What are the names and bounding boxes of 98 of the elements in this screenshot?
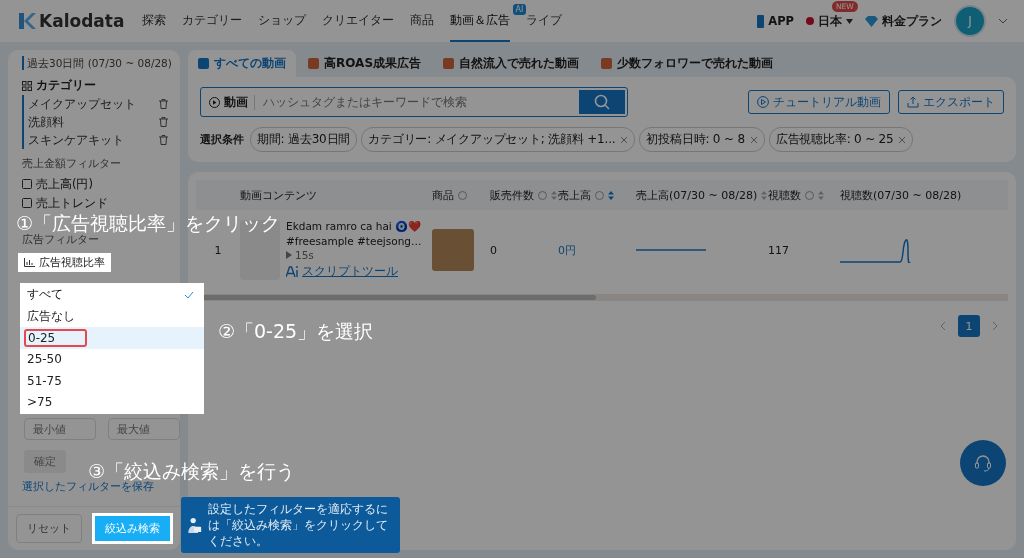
search-field[interactable]: 動画 ハッシュタグまたはキーワードで検索 xyxy=(200,87,628,117)
search-button[interactable] xyxy=(579,90,625,114)
nav-link[interactable]: 探索 xyxy=(142,0,167,42)
section-title: 広告フィルター xyxy=(22,233,100,247)
video-tags: #freesample #teejsong… xyxy=(286,235,432,247)
sort-icon[interactable] xyxy=(818,190,824,200)
condition-chip: 広告視聴比率: 0 ~ 25 xyxy=(768,127,914,152)
condition-chip: 初投稿日時: 0 ~ 8 xyxy=(639,127,765,152)
category-item: メイクアップセット xyxy=(28,95,136,113)
app-link[interactable]: APP xyxy=(757,14,794,28)
play-icon xyxy=(757,96,769,108)
ai-badge: AI xyxy=(512,3,527,15)
dropdown-option[interactable]: 0-25 xyxy=(20,327,204,349)
video-title[interactable]: Ekdam ramro ca hai 🧿❤ xyxy=(286,220,432,233)
search-icon xyxy=(594,94,610,110)
annotation-text: ②「0-25」を選択 xyxy=(218,320,374,342)
tooltip-text: 設定したフィルターを適応するには「絞込み検索」をクリックしてください。 xyxy=(208,501,390,549)
sparkline-drawing xyxy=(840,237,912,263)
logo-text: Kalodata xyxy=(39,11,125,31)
reset-button[interactable]: リセット xyxy=(16,514,82,543)
revenue: 0円 xyxy=(558,242,576,258)
close-icon[interactable] xyxy=(620,135,629,144)
tab[interactable]: 高ROAS成果広告 xyxy=(298,50,432,77)
nav-link[interactable]: 商品 xyxy=(410,0,435,42)
filter-item[interactable]: 売上高(円) xyxy=(36,176,93,192)
nav-link[interactable]: クリエイター xyxy=(322,0,395,42)
tab-icon xyxy=(198,58,209,69)
annotation-text: ③「絞込み検索」を行う xyxy=(88,460,296,482)
upload-icon xyxy=(907,96,919,108)
tab[interactable]: すべての動画 xyxy=(188,50,296,77)
condition-chip: 期間: 過去30日間 xyxy=(250,127,358,152)
dropdown-option[interactable]: >75 xyxy=(20,391,204,413)
period-value: 過去30日間 (07/30 ~ 08/28) xyxy=(22,56,180,70)
dropdown-option[interactable]: 51-75 xyxy=(20,370,204,392)
condition-chip: カテゴリー: メイクアップセット; 洗顔料 +1... xyxy=(361,127,636,152)
close-icon[interactable] xyxy=(898,135,907,144)
sales-count: 0 xyxy=(490,243,497,257)
script-tool-link[interactable]: スクリプトツール xyxy=(302,263,398,280)
max-input[interactable]: 最大値 xyxy=(108,418,180,440)
tutorial-button[interactable]: チュートリアル動画 xyxy=(748,90,890,114)
category-item: 洗顔料 xyxy=(28,113,64,131)
category-title: カテゴリー xyxy=(36,78,96,93)
tab[interactable]: 少数フォロワーで売れた動画 xyxy=(591,50,784,77)
tab-icon xyxy=(308,58,319,69)
row-index: 1 xyxy=(214,243,222,257)
play-icon xyxy=(209,96,220,108)
conditions-label: 選択条件 xyxy=(200,132,244,147)
column-header[interactable]: 視聴数(07/30 ~ 08/28) xyxy=(840,187,962,203)
page-button[interactable]: 1 xyxy=(958,315,980,337)
ai-icon xyxy=(286,266,299,277)
diamond-icon xyxy=(865,15,878,27)
min-input[interactable]: 最小値 xyxy=(24,418,96,440)
grid-icon xyxy=(22,80,32,91)
export-button[interactable]: エクスポート xyxy=(898,90,1004,114)
sort-icon[interactable] xyxy=(761,190,768,200)
dropdown-option[interactable]: すべて xyxy=(20,284,204,306)
dropdown-option[interactable]: 広告なし xyxy=(20,305,204,327)
nav-link[interactable]: カテゴリー xyxy=(182,0,243,42)
logo-icon xyxy=(18,12,36,30)
trash-icon[interactable] xyxy=(159,135,168,145)
filter-item[interactable]: 売上トレンド xyxy=(36,195,108,211)
dropdown-option[interactable]: 25-50 xyxy=(20,348,204,370)
next-page-icon[interactable] xyxy=(992,321,998,331)
check-icon xyxy=(184,290,194,299)
nav-link[interactable]: ショップ xyxy=(258,0,307,42)
close-icon[interactable] xyxy=(749,135,758,144)
column-header[interactable]: 商品 xyxy=(432,187,454,203)
previous-page-icon[interactable] xyxy=(940,321,946,331)
view-count: 117 xyxy=(768,243,789,257)
nav-link[interactable]: ライブ xyxy=(526,0,563,42)
column-header[interactable]: 販売件数 xyxy=(490,187,534,203)
chevron-down-icon[interactable] xyxy=(998,18,1008,24)
trash-icon[interactable] xyxy=(159,99,168,109)
phone-icon xyxy=(757,14,765,28)
annotation-text: ①「広告視聴比率」をクリック xyxy=(16,212,281,234)
region-selector[interactable]: 日本 xyxy=(806,13,853,29)
headset-icon xyxy=(973,453,993,473)
ad-ratio-filter[interactable]: 広告視聴比率 xyxy=(18,253,111,272)
pricing-link[interactable]: 料金プラン xyxy=(865,13,942,29)
column-header[interactable]: 視聴数 xyxy=(768,187,801,203)
sort-icon[interactable] xyxy=(608,190,614,200)
flag-icon xyxy=(806,17,814,25)
tab[interactable]: 自然流入で売れた動画 xyxy=(433,50,590,77)
trash-icon[interactable] xyxy=(159,117,168,127)
section-title: 売上金額フィルター xyxy=(22,157,122,171)
caret-icon xyxy=(846,18,853,24)
sort-icon[interactable] xyxy=(551,190,557,200)
tab-icon xyxy=(443,58,455,69)
tab-icon xyxy=(601,58,613,69)
sparkline-drawing xyxy=(636,248,706,252)
video-duration: 15s xyxy=(295,249,314,261)
category-item: スキンケアキット xyxy=(28,131,124,149)
play-icon xyxy=(286,251,292,259)
column-header[interactable]: 動画コンテンツ xyxy=(240,187,317,203)
chart-icon xyxy=(24,258,35,267)
column-header[interactable]: 売上高 xyxy=(558,187,591,203)
column-header[interactable]: 売上高(07/30 ~ 08/28) xyxy=(636,187,758,203)
search-scope[interactable]: 動画 xyxy=(224,94,255,110)
